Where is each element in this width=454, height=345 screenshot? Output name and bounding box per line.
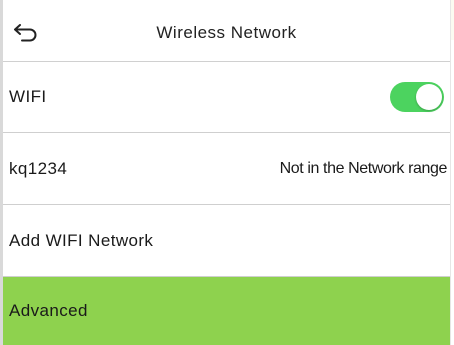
add-wifi-network-row[interactable]: Add WIFI Network (3, 205, 450, 277)
network-status: Not in the Network range (279, 160, 448, 177)
add-wifi-network-label: Add WIFI Network (9, 231, 154, 250)
wireless-network-screen: Wireless Network WIFI kq1234 Not in the … (0, 0, 454, 345)
network-row-kq1234[interactable]: kq1234 Not in the Network range (3, 133, 450, 205)
page-title: Wireless Network (156, 23, 297, 42)
wifi-toggle-switch[interactable] (390, 82, 444, 112)
wifi-label: WIFI (9, 87, 47, 106)
wifi-toggle-row[interactable]: WIFI (3, 62, 450, 133)
network-name: kq1234 (9, 159, 68, 178)
advanced-row[interactable]: Advanced (3, 277, 450, 345)
advanced-label: Advanced (9, 301, 88, 320)
title-bar: Wireless Network (3, 0, 450, 62)
settings-panel: Wireless Network WIFI kq1234 Not in the … (3, 0, 451, 345)
toggle-knob (416, 84, 442, 110)
